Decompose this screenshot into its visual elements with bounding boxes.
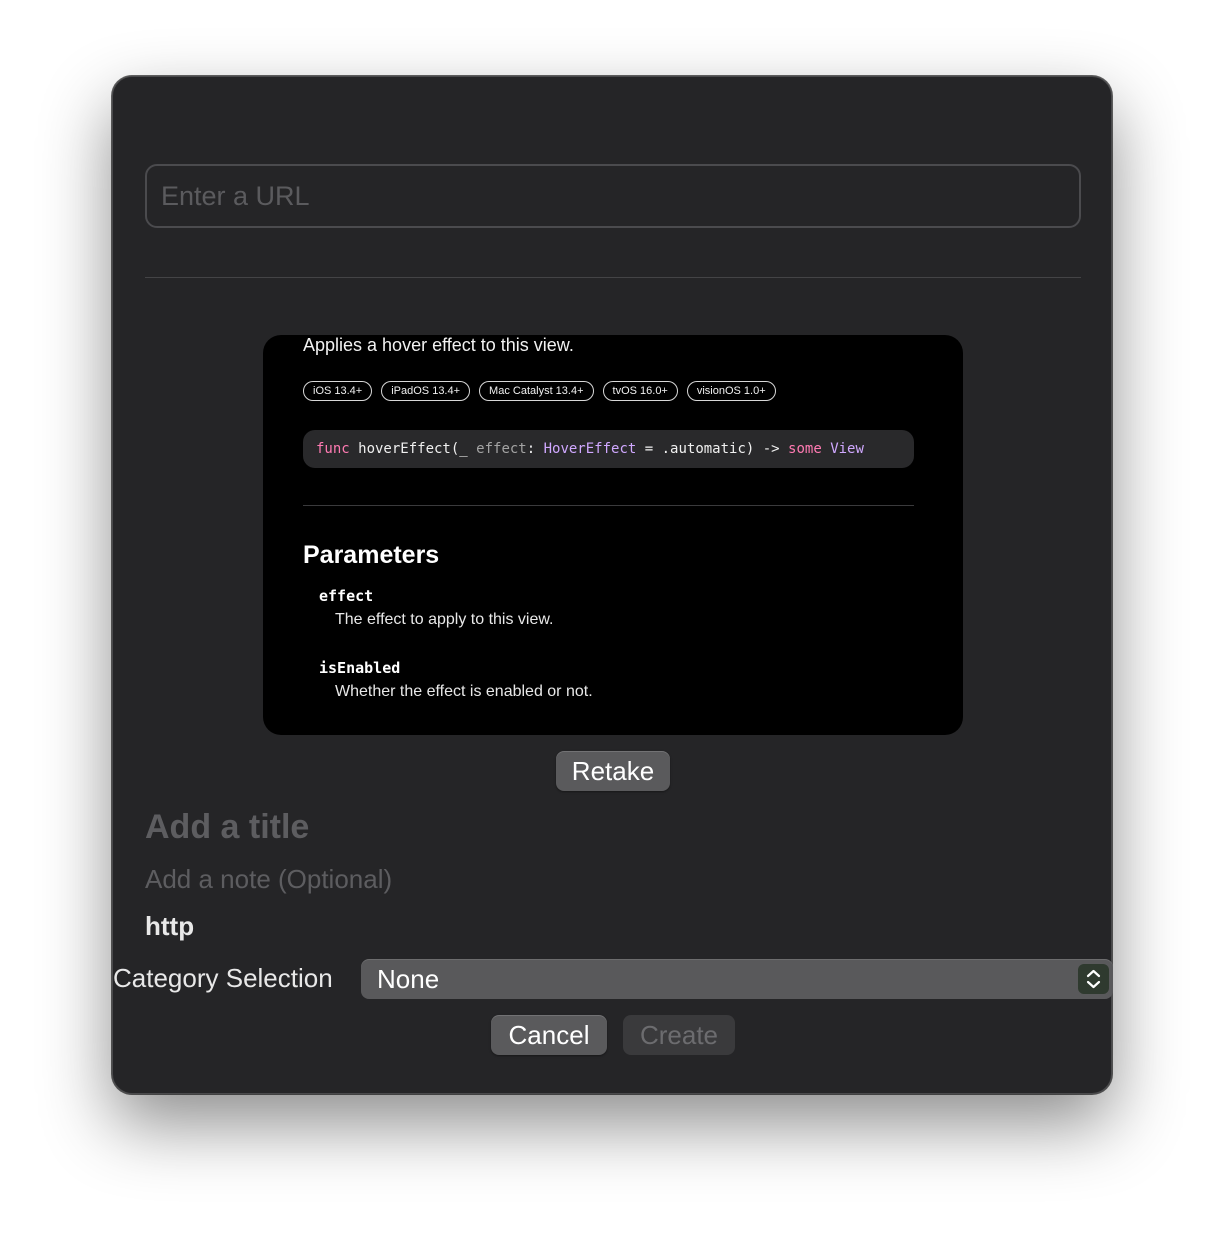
- parameter-name: effect: [319, 587, 374, 605]
- code-function-name: hoverEffect(_: [349, 441, 477, 457]
- badge-ipados: iPadOS 13.4+: [381, 381, 471, 401]
- code-colon: :: [526, 441, 544, 457]
- code-param-type: HoverEffect: [543, 441, 637, 457]
- parameters-heading: Parameters: [303, 541, 440, 569]
- title-input[interactable]: [145, 803, 1045, 851]
- create-button[interactable]: Create: [623, 1015, 735, 1055]
- category-select[interactable]: None: [361, 959, 1113, 999]
- divider: [145, 277, 1081, 278]
- category-label: Category Selection: [113, 963, 333, 993]
- parameter-description: The effect to apply to this view.: [335, 611, 554, 628]
- badge-visionos: visionOS 1.0+: [686, 381, 776, 401]
- cancel-button[interactable]: Cancel: [491, 1015, 607, 1055]
- category-selected-value: None: [377, 964, 440, 994]
- url-display: http: [145, 911, 195, 941]
- parameter-description: Whether the effect is enabled or not.: [335, 683, 593, 700]
- code-default: = .automatic) ->: [636, 441, 789, 457]
- chevron-up-down-icon: [1078, 964, 1109, 994]
- note-input[interactable]: [145, 862, 1045, 896]
- parameter-name: isEnabled: [319, 659, 401, 677]
- code-keyword-func: func: [316, 441, 350, 457]
- code-return-type: View: [830, 441, 864, 457]
- badge-mac-catalyst: Mac Catalyst 13.4+: [479, 381, 594, 401]
- code-keyword-some: some: [788, 441, 822, 457]
- preview-divider: [303, 505, 914, 506]
- platform-badges: iOS 13.4+ iPadOS 13.4+ Mac Catalyst 13.4…: [303, 381, 776, 401]
- preview-summary: Applies a hover effect to this view.: [303, 335, 574, 355]
- url-input[interactable]: [145, 164, 1081, 228]
- badge-ios: iOS 13.4+: [303, 381, 373, 401]
- page-preview-snapshot: Applies a hover effect to this view. iOS…: [263, 335, 963, 735]
- badge-tvos: tvOS 16.0+: [602, 381, 678, 401]
- create-bookmark-dialog: Applies a hover effect to this view. iOS…: [112, 76, 1113, 1094]
- declaration-code: func hoverEffect(_ effect: HoverEffect =…: [303, 430, 914, 468]
- retake-button[interactable]: Retake: [556, 751, 670, 791]
- code-param-name: effect: [476, 441, 527, 457]
